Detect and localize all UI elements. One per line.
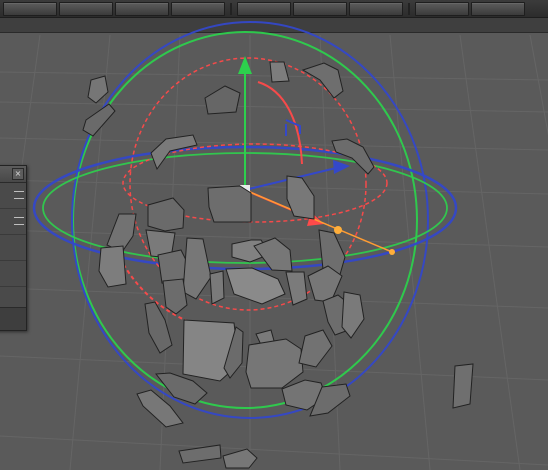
piece — [285, 271, 308, 306]
piece — [222, 448, 258, 469]
3d-viewport[interactable]: × — [0, 0, 548, 470]
floating-window-row-3[interactable] — [0, 235, 26, 261]
floating-window-row-4[interactable] — [0, 261, 26, 287]
piece — [225, 267, 286, 305]
close-icon[interactable]: × — [12, 168, 24, 180]
menu-lines-icon — [14, 191, 24, 199]
piece — [341, 291, 365, 339]
piece — [87, 75, 109, 104]
piece — [207, 185, 252, 223]
lower-pieces — [136, 291, 474, 469]
piece — [269, 61, 290, 83]
piece — [298, 329, 333, 368]
piece — [452, 363, 474, 409]
piece — [147, 197, 185, 232]
piece — [286, 175, 315, 220]
piece — [82, 103, 116, 137]
pivot-handle[interactable] — [334, 226, 342, 234]
floating-tool-window[interactable]: × — [0, 165, 27, 331]
floating-window-titlebar[interactable]: × — [0, 166, 26, 183]
piece — [204, 85, 241, 115]
piece — [209, 270, 225, 305]
menu-lines-icon — [14, 217, 24, 225]
piece — [182, 237, 212, 300]
orange-axis-handle[interactable] — [389, 249, 395, 255]
piece — [245, 338, 304, 389]
floating-window-bottom-bar — [0, 307, 26, 330]
piece — [98, 245, 127, 288]
exploded-sphere[interactable] — [82, 61, 474, 469]
piece — [162, 278, 188, 315]
floating-window-row-2[interactable] — [0, 209, 26, 235]
piece — [178, 444, 222, 464]
scene-svg — [0, 21, 548, 470]
floating-window-row-1[interactable] — [0, 183, 26, 209]
blue-arrow-icon[interactable] — [333, 160, 350, 174]
